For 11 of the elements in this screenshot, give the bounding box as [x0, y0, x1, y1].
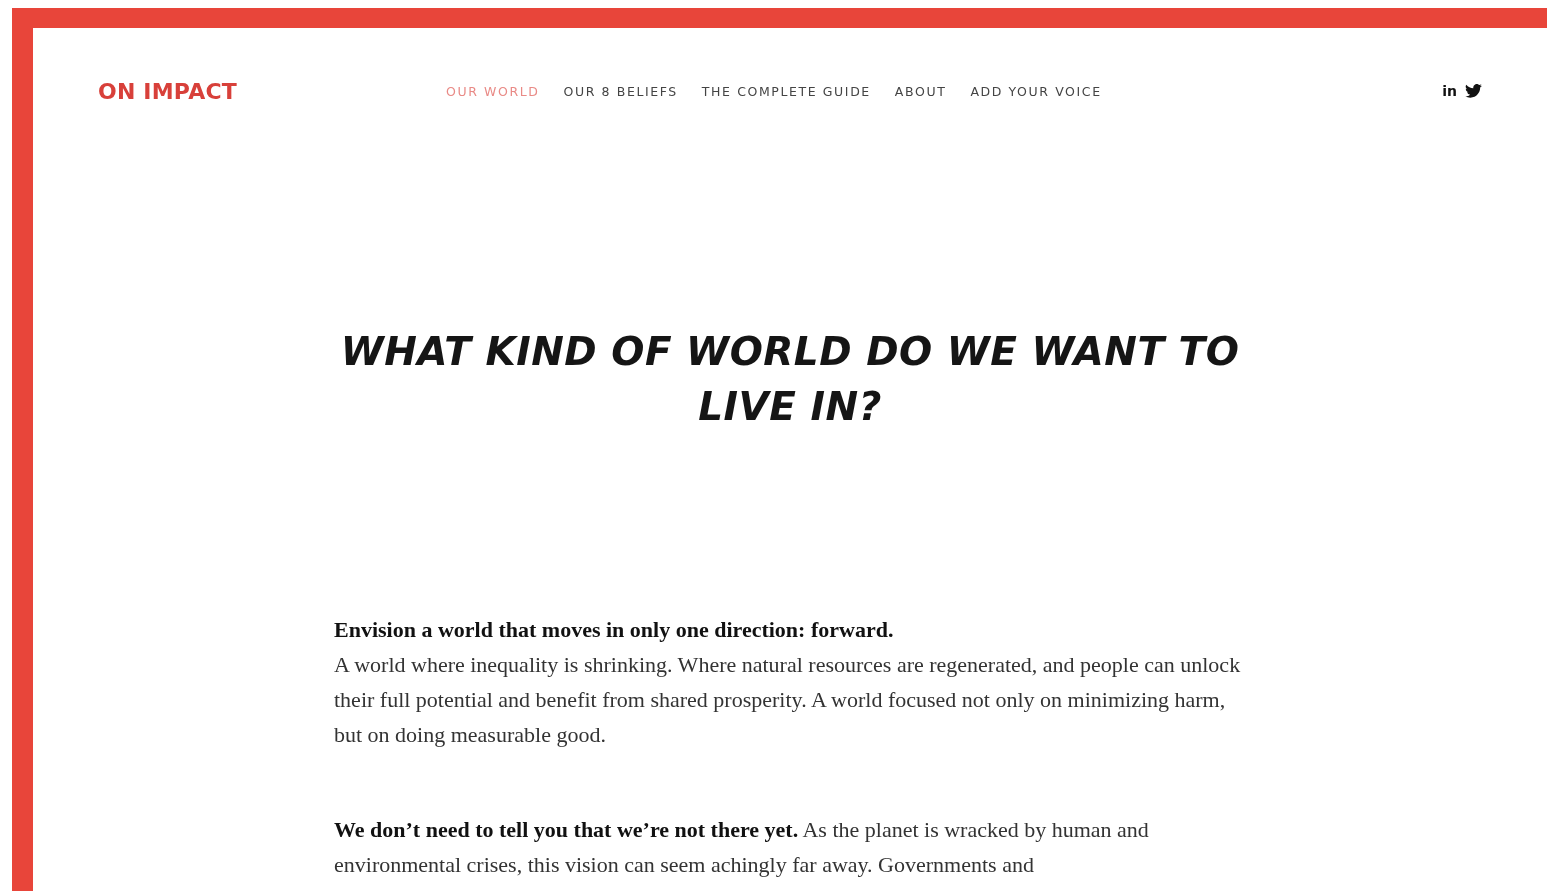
- brand-logo[interactable]: ON IMPACT: [98, 78, 446, 104]
- bird-icon[interactable]: [1465, 84, 1482, 98]
- nav-link[interactable]: ABOUT: [894, 83, 947, 99]
- nav-link[interactable]: THE COMPLETE GUIDE: [701, 83, 871, 99]
- nav-link[interactable]: OUR 8 BELIEFS: [563, 83, 678, 99]
- body-paragraph: We don’t need to tell you that we’re not there yet. As the planet is wracked by human and environmental crises, this vision can seem achingly far away. Governments and: [334, 816, 1150, 879]
- body-paragraph: A world where inequality is shrinking. Where natural resources are regenerated, and people can unlock their full potential and benefit from shared prosperity. A world focused not only on minimizing harm, but on doing measurable good.: [334, 651, 1242, 749]
- page-heading: WHAT KIND OF WORLD DO WE WANT TO LIVE IN?: [340, 328, 1240, 431]
- linkedin-link[interactable]: in: [1442, 83, 1457, 99]
- lead-sentence: Envision a world that moves in only one direction: forward.: [334, 616, 895, 644]
- nav-link[interactable]: ADD YOUR VOICE: [970, 83, 1102, 99]
